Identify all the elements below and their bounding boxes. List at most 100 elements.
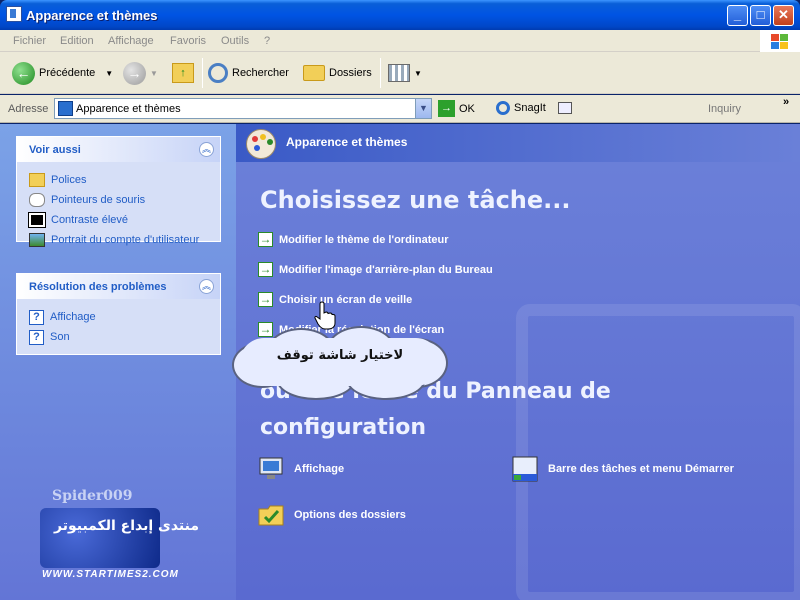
watermark-name: Spider009: [52, 488, 133, 504]
callout-text: لاختيار شاشة توقف: [276, 348, 404, 363]
forward-button[interactable]: → ▼: [123, 60, 158, 86]
minimize-button[interactable]: _: [727, 5, 748, 26]
see-also-item-label: Contraste élevé: [51, 214, 129, 226]
views-icon: [388, 64, 410, 82]
troubleshoot-header[interactable]: Résolution des problèmes ︽: [17, 274, 220, 299]
forward-arrow-icon: →: [123, 61, 146, 85]
task-label: Choisir un écran de veille: [279, 293, 413, 306]
inquiry-label[interactable]: Inquiry: [708, 103, 741, 115]
category-title: Apparence et thèmes: [286, 135, 408, 149]
back-button[interactable]: ← Précédente ▼: [12, 60, 113, 86]
address-bar: Adresse Apparence et thèmes ▼ → OK SnagI…: [0, 95, 800, 123]
taskbar-icon: [512, 456, 538, 482]
menu-view[interactable]: Affichage: [108, 35, 154, 47]
watermark-arabic: منتدى إبداع الكمبيوتر: [54, 518, 200, 534]
category-header: Apparence et thèmes: [236, 124, 800, 162]
see-also-item-label: Pointeurs de souris: [51, 194, 146, 206]
folder-options-icon: [258, 505, 284, 526]
choose-task-heading: Choisissez une tâche...: [260, 186, 571, 214]
cp-label: Affichage: [294, 463, 345, 475]
toolbar-separator: [202, 58, 203, 88]
toolbar-overflow-icon[interactable]: »: [783, 96, 789, 108]
background-checkmark-icon: [516, 304, 800, 600]
task-change-background[interactable]: → Modifier l'image d'arrière-plan du Bur…: [258, 262, 493, 277]
cp-display[interactable]: Affichage: [256, 454, 344, 484]
up-folder-icon: ↑: [172, 63, 194, 83]
cp-folder-options[interactable]: Options des dossiers: [256, 500, 406, 530]
toolbar-separator: [380, 58, 381, 88]
see-also-item-user-picture[interactable]: Portrait du compte d'utilisateur: [29, 230, 220, 250]
left-task-pane: Voir aussi ︽ Polices Pointeurs de souris…: [0, 124, 236, 600]
folders-label: Dossiers: [329, 67, 372, 79]
high-contrast-icon: [28, 212, 46, 228]
dropdown-arrow-icon[interactable]: ▼: [414, 69, 422, 78]
search-button[interactable]: Rechercher: [208, 60, 289, 86]
snagit-button[interactable]: SnagIt: [496, 101, 572, 115]
see-also-item-high-contrast[interactable]: Contraste élevé: [28, 210, 220, 230]
watermark-url: WWW.STARTIMES2.COM: [42, 569, 179, 580]
palette-icon: [246, 129, 276, 159]
menu-bar: Fichier Edition Affichage Favoris Outils…: [0, 30, 800, 52]
close-button[interactable]: ✕: [773, 5, 794, 26]
task-label: Modifier le thème de l'ordinateur: [279, 233, 449, 246]
collapse-icon[interactable]: ︽: [199, 279, 214, 294]
search-label: Rechercher: [232, 67, 289, 79]
see-also-item-fonts[interactable]: Polices: [29, 170, 220, 190]
help-icon: ?: [29, 309, 44, 325]
maximize-button[interactable]: □: [750, 5, 771, 26]
cp-label: Options des dossiers: [294, 509, 406, 521]
fonts-folder-icon: [29, 173, 45, 187]
see-also-header[interactable]: Voir aussi ︽: [17, 137, 220, 162]
menu-help[interactable]: ?: [264, 35, 270, 47]
help-icon: ?: [29, 329, 44, 345]
collapse-icon[interactable]: ︽: [199, 142, 214, 157]
snagit-label: SnagIt: [514, 102, 546, 114]
up-folder-button[interactable]: ↑: [172, 60, 194, 86]
folder-window-icon: [6, 6, 22, 22]
dropdown-arrow-icon[interactable]: ▼: [105, 69, 113, 78]
mouse-pointer-icon: [29, 193, 45, 207]
troubleshoot-item-sound[interactable]: ? Son: [29, 327, 220, 347]
address-value: Apparence et thèmes: [76, 103, 181, 115]
cp-taskbar[interactable]: Barre des tâches et menu Démarrer: [510, 454, 734, 484]
task-label: Modifier l'image d'arrière-plan du Burea…: [279, 263, 493, 276]
control-panel-icon: [58, 101, 73, 116]
dropdown-arrow-icon[interactable]: ▼: [150, 69, 158, 78]
toolbar: ← Précédente ▼ → ▼ ↑ Rechercher Dossiers…: [0, 52, 800, 94]
address-dropdown-icon[interactable]: ▼: [415, 99, 431, 118]
troubleshoot-item-display[interactable]: ? Affichage: [29, 307, 220, 327]
go-label: OK: [459, 102, 475, 115]
address-input[interactable]: Apparence et thèmes ▼: [54, 98, 432, 119]
windows-logo-icon: [760, 30, 800, 52]
green-arrow-icon: →: [258, 292, 273, 307]
display-icon: [259, 457, 283, 479]
snagit-icon: [496, 101, 510, 115]
green-arrow-icon: →: [258, 232, 273, 247]
go-arrow-icon: →: [438, 100, 455, 117]
cp-label: Barre des tâches et menu Démarrer: [548, 463, 734, 475]
task-change-theme[interactable]: → Modifier le thème de l'ordinateur: [258, 232, 448, 247]
callout-cloud: لاختيار شاشة توقف: [226, 324, 454, 400]
see-also-title: Voir aussi: [29, 144, 81, 156]
title-bar[interactable]: Apparence et thèmes _ □ ✕: [0, 0, 800, 30]
see-also-item-mouse-pointers[interactable]: Pointeurs de souris: [29, 190, 220, 210]
snagit-capture-icon[interactable]: [557, 102, 572, 114]
views-button[interactable]: ▼: [388, 60, 422, 86]
back-label: Précédente: [39, 67, 96, 79]
green-arrow-icon: →: [258, 262, 273, 277]
menu-edit[interactable]: Edition: [60, 35, 94, 47]
go-button[interactable]: → OK: [438, 100, 475, 117]
folders-button[interactable]: Dossiers: [303, 60, 372, 86]
folder-icon: [303, 65, 325, 81]
search-icon: [208, 63, 228, 83]
menu-favorites[interactable]: Favoris: [170, 35, 206, 47]
menu-tools[interactable]: Outils: [221, 35, 249, 47]
menu-file[interactable]: Fichier: [13, 35, 46, 47]
control-panel-heading-line2: configuration: [260, 415, 427, 440]
back-arrow-icon: ←: [12, 61, 35, 85]
address-label: Adresse: [8, 103, 49, 115]
see-also-item-label: Polices: [51, 174, 87, 186]
see-also-item-label: Portrait du compte d'utilisateur: [51, 234, 200, 246]
see-also-box: Voir aussi ︽ Polices Pointeurs de souris…: [16, 136, 221, 247]
hand-cursor-icon: [314, 301, 336, 330]
